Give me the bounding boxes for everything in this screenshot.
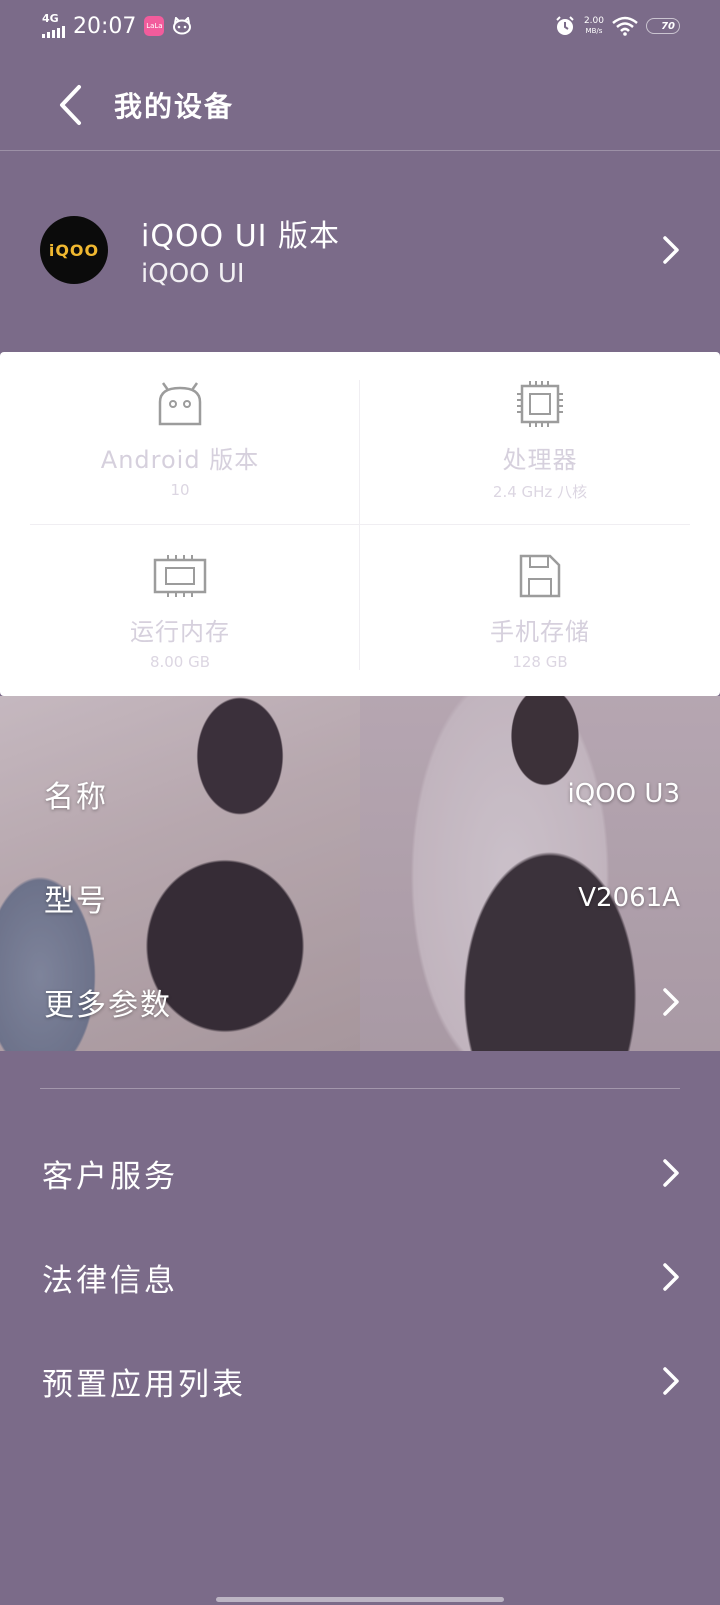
status-bar: 4G 20:07 LaLa 2.00 MB/s 70 bbox=[0, 0, 720, 52]
back-button[interactable] bbox=[40, 75, 100, 135]
ram-value: 8.00 GB bbox=[149, 653, 211, 671]
alarm-icon bbox=[556, 16, 574, 35]
os-version-row[interactable]: iQOO iQOO UI 版本 iQOO UI bbox=[0, 190, 720, 310]
device-name-label: 名称 bbox=[44, 780, 108, 815]
storage-cell: 手机存储 128 GB bbox=[360, 524, 720, 696]
net-speed-unit: MB/s bbox=[585, 27, 603, 35]
section-divider bbox=[40, 1088, 680, 1089]
more-params-row[interactable]: 更多参数 bbox=[0, 972, 720, 1032]
status-bar-right: 2.00 MB/s 70 bbox=[554, 15, 680, 37]
lala-app-icon: LaLa bbox=[144, 16, 165, 36]
memory-icon bbox=[153, 555, 207, 597]
net-speed-value: 2.00 bbox=[583, 16, 604, 26]
android-version-cell: Android 版本 10 bbox=[0, 352, 360, 524]
chevron-left-icon bbox=[60, 85, 81, 125]
processor-icon bbox=[517, 381, 563, 427]
device-name-value: iQOO U3 bbox=[567, 779, 680, 809]
signal-bars-icon bbox=[42, 24, 65, 38]
customer-service-label: 客户服务 bbox=[42, 1158, 178, 1195]
chevron-right-icon bbox=[663, 988, 679, 1016]
chevron-right-icon bbox=[663, 1367, 679, 1395]
ram-cell: 运行内存 8.00 GB bbox=[0, 524, 360, 696]
cat-icon bbox=[173, 17, 192, 35]
processor-label: 处理器 bbox=[502, 446, 578, 474]
device-model-value: V2061A bbox=[578, 883, 680, 913]
chevron-right-icon bbox=[663, 1263, 679, 1291]
page-title: 我的设备 bbox=[114, 90, 235, 123]
preinstalled-apps-item[interactable]: 预置应用列表 bbox=[0, 1341, 720, 1421]
device-photo-panel: 名称 iQOO U3 型号 V2061A 更多参数 bbox=[0, 696, 720, 1051]
device-name-row[interactable]: 名称 iQOO U3 bbox=[0, 764, 720, 824]
header-divider bbox=[0, 150, 720, 151]
iqoo-logo: iQOO bbox=[40, 216, 108, 284]
network-type: 4G bbox=[42, 12, 59, 25]
processor-value: 2.4 GHz 八核 bbox=[492, 483, 588, 501]
chevron-right-icon bbox=[663, 1159, 679, 1187]
customer-service-item[interactable]: 客户服务 bbox=[0, 1133, 720, 1213]
status-bar-left: 4G 20:07 LaLa bbox=[42, 12, 192, 39]
storage-icon bbox=[519, 554, 561, 598]
wifi-icon bbox=[612, 16, 638, 36]
os-version-text: iQOO UI 版本 iQOO UI bbox=[141, 211, 340, 289]
battery-indicator: 70 bbox=[646, 18, 680, 34]
ram-label: 运行内存 bbox=[130, 618, 230, 646]
processor-cell: 处理器 2.4 GHz 八核 bbox=[360, 352, 720, 524]
os-version-title: iQOO UI 版本 bbox=[141, 219, 341, 254]
device-model-row: 型号 V2061A bbox=[0, 868, 720, 928]
device-info-card: Android 版本 10 处理器 2.4 GHz 八核 运行内存 8.00 G… bbox=[0, 352, 720, 696]
preinstalled-apps-label: 预置应用列表 bbox=[42, 1366, 246, 1403]
more-params-label: 更多参数 bbox=[44, 988, 172, 1023]
storage-label: 手机存储 bbox=[490, 618, 590, 646]
home-indicator[interactable] bbox=[216, 1597, 504, 1602]
legal-info-item[interactable]: 法律信息 bbox=[0, 1237, 720, 1317]
os-version-subtitle: iQOO UI bbox=[141, 259, 245, 289]
signal-indicator: 4G bbox=[42, 12, 65, 38]
legal-info-label: 法律信息 bbox=[42, 1262, 178, 1299]
device-model-label: 型号 bbox=[44, 884, 108, 919]
android-version-value: 10 bbox=[170, 481, 190, 499]
chevron-right-icon bbox=[663, 236, 679, 264]
storage-value: 128 GB bbox=[512, 653, 568, 671]
clock: 20:07 bbox=[73, 13, 137, 39]
android-icon bbox=[158, 382, 202, 426]
net-speed: 2.00 MB/s bbox=[584, 16, 604, 36]
android-version-label: Android 版本 bbox=[100, 446, 260, 474]
header: 我的设备 bbox=[0, 60, 720, 150]
